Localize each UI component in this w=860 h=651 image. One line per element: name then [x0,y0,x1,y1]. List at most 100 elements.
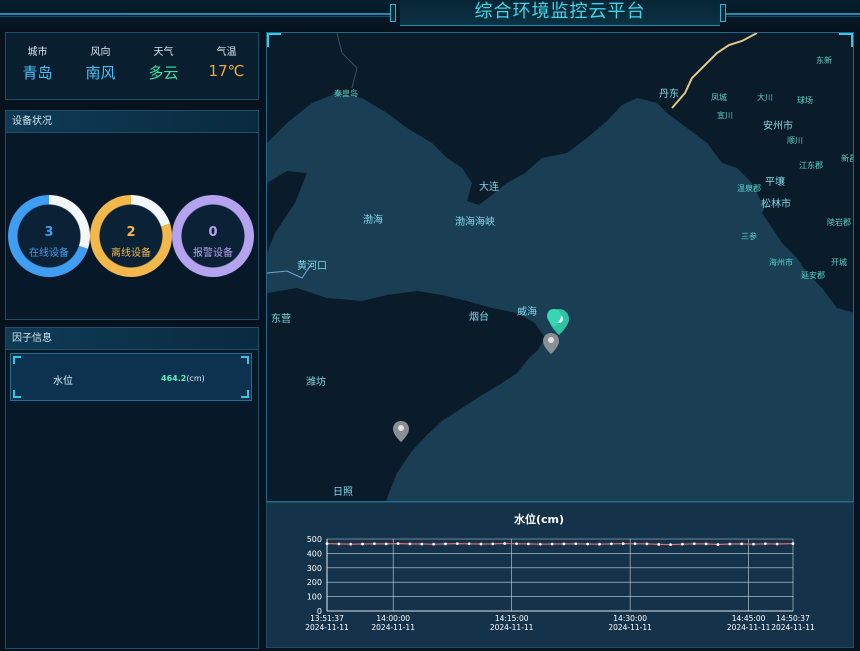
x-tick-date-label: 2024-11-11 [771,623,815,632]
data-point [692,542,696,546]
data-point [621,542,625,546]
corner-decoration [267,33,281,47]
x-tick-date-label: 2024-11-11 [371,623,415,632]
header-cap-left [390,4,396,22]
chart-svg: 水位(cm) 010020030040050013:51:372024-11-1… [305,512,815,632]
chart-title: 水位(cm) [514,512,564,526]
weather-condition-label: 天气 [153,47,174,58]
factor-value-wrap: 464.2(cm) [161,374,205,383]
data-point [791,542,795,546]
weather-condition-value: 多云 [148,64,179,82]
online-devices-ring[interactable]: 3 在线设备 [8,195,90,277]
data-point [645,542,649,546]
data-point [598,542,601,546]
online-devices-count: 3 [44,225,54,240]
map-view[interactable]: 秦皇岛丹东东新凤城大川球场宣川安州市顺川江东郡新昌平壤温泉郡松林市大连渤海渤海海… [266,32,854,502]
y-tick-label: 500 [307,535,322,544]
data-point [479,542,483,546]
header-bar: 综合环境监控云平台 [0,0,860,28]
y-tick-label: 400 [307,549,322,558]
x-tick-time-label: 14:15:00 [495,614,529,623]
weather-temperature-label: 气温 [216,47,237,58]
corner-decoration [241,356,249,364]
factor-unit: (cm) [186,374,205,383]
data-point [432,542,436,546]
data-point [491,542,495,546]
data-point [657,542,661,546]
data-point [752,542,755,546]
data-point [562,542,566,546]
alarm-devices-label: 报警设备 [193,248,233,259]
corner-decoration [241,390,249,398]
marker-offline-pin-icon[interactable] [393,421,409,442]
x-tick-date-label: 2024-11-11 [608,623,652,632]
page-title: 综合环境监控云平台 [474,1,646,22]
data-point [325,542,329,546]
data-point [681,542,684,546]
weather-condition: 天气 多云 [134,43,194,83]
x-tick-date-label: 2024-11-11 [727,623,771,632]
weather-temperature-value: 17℃ [208,62,245,80]
data-point [396,542,400,546]
data-point [740,542,744,546]
data-point [633,542,637,546]
data-point [763,542,767,546]
data-point [455,542,459,546]
title-box: 综合环境监控云平台 [400,0,720,26]
offline-devices-ring[interactable]: 2 离线设备 [90,195,172,277]
x-tick-date-label: 2024-11-11 [490,623,534,632]
data-point [515,542,518,546]
data-point [550,542,554,546]
x-tick-time-label: 14:45:00 [732,614,766,623]
data-point [372,542,376,546]
factor-name: 水位 [53,376,73,387]
data-point [361,542,364,546]
data-point [420,542,424,546]
corner-decoration [13,390,21,398]
data-point [574,542,578,546]
weather-wind-value: 南风 [85,64,116,82]
x-tick-time-label: 14:50:37 [776,614,810,623]
x-tick-time-label: 13:51:37 [310,614,344,623]
device-rings: 3 在线设备 2 离线设备 0 报警设备 [6,195,260,285]
marker-offline-pin-icon[interactable] [543,333,559,354]
online-devices-label: 在线设备 [29,248,69,259]
data-point [467,542,471,546]
map-markers [393,309,569,442]
weather-temperature: 气温 17℃ [197,43,257,80]
alarm-devices-ring[interactable]: 0 报警设备 [172,195,254,277]
factor-info-title: 因子信息 [6,328,258,350]
offline-devices-label: 离线设备 [111,248,151,259]
data-point [444,542,447,546]
y-tick-label: 300 [307,564,322,573]
water-level-chart: 水位(cm) 0 100 200 300 400 500 13:51:37 2024-11-1… [266,502,854,648]
corner-decoration [839,33,853,47]
offline-devices-count: 2 [126,225,136,240]
data-point [716,543,720,546]
header-line-right [726,13,860,17]
data-point [704,542,708,546]
corner-decoration [13,356,21,364]
data-point [669,543,672,547]
weather-wind-label: 风向 [90,47,111,58]
weather-city: 城市 青岛 [8,43,68,83]
weather-wind: 风向 南风 [71,43,131,83]
weather-city-label: 城市 [27,47,48,58]
data-point [609,542,613,546]
alarm-devices-count: 0 [208,225,218,240]
data-point [586,542,590,546]
weather-panel: 城市 青岛 风向 南风 天气 多云 气温 17℃ [5,32,259,100]
x-tick-date-label: 2024-11-11 [305,623,349,632]
data-point [408,542,412,546]
data-point [337,542,341,546]
data-point [538,542,542,546]
x-tick-time-label: 14:00:00 [376,614,410,623]
y-tick-label: 200 [307,578,322,587]
device-status-panel: 设备状况 3 在线设备 2 离线设备 0 报警设备 [5,110,259,320]
data-point [384,542,388,546]
y-tick-label: 100 [307,593,322,602]
factor-item-water-level[interactable]: 水位 464.2(cm) [10,353,252,401]
x-tick-time-label: 14:30:00 [613,614,647,623]
weather-city-value: 青岛 [22,64,53,82]
data-point [349,542,353,546]
